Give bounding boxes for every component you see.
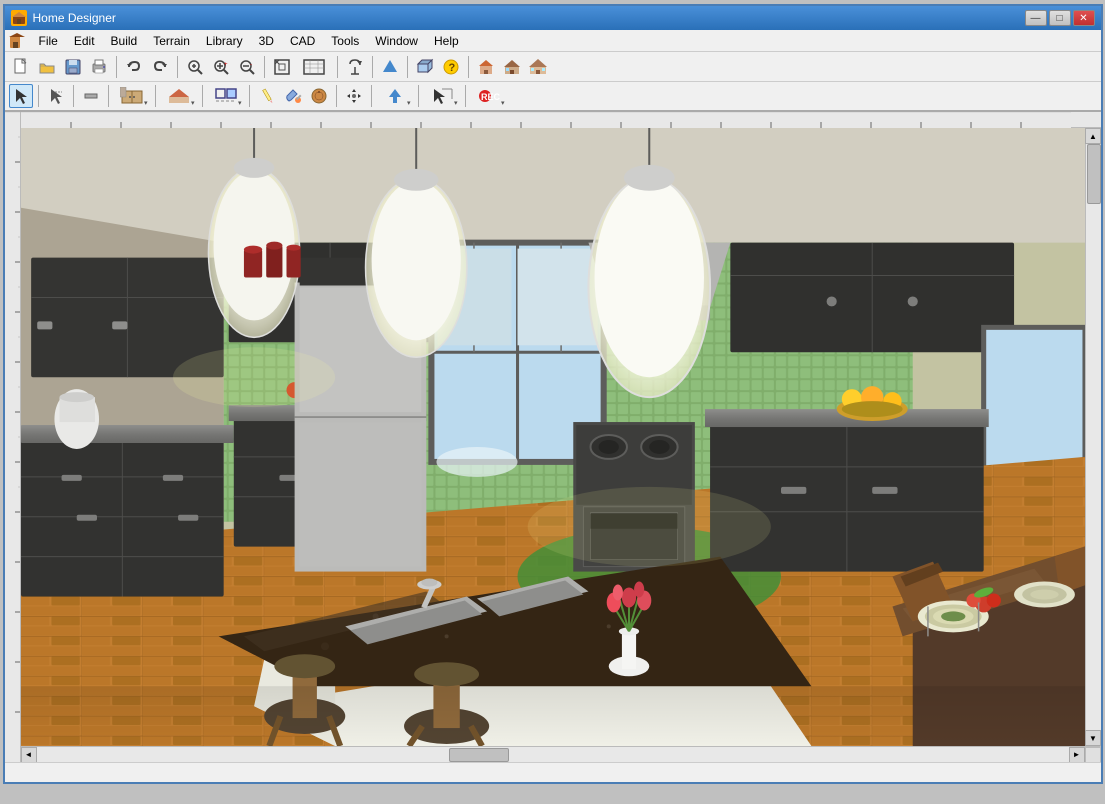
canvas-top: ▲ ▼ (21, 128, 1101, 746)
transform-tool[interactable]: ▾ (424, 84, 460, 108)
undo-button[interactable] (122, 55, 146, 79)
wall-tool[interactable] (79, 84, 103, 108)
app-icon (11, 10, 27, 26)
vertical-scrollbar[interactable]: ▲ ▼ (1085, 128, 1101, 746)
select-tool[interactable] (9, 84, 33, 108)
title-bar-left: Home Designer (11, 10, 116, 26)
scrollbar-corner (1085, 747, 1101, 763)
sep-7 (468, 56, 469, 78)
sep-6 (407, 56, 408, 78)
cabinet-tool[interactable]: ▾ (114, 84, 150, 108)
scroll-up-button[interactable]: ▲ (1085, 128, 1101, 144)
sep-t2-8 (371, 85, 372, 107)
sep-t2-9 (418, 85, 419, 107)
paint-tool[interactable] (281, 84, 305, 108)
menu-cad[interactable]: CAD (282, 32, 323, 50)
pencil-tool[interactable] (255, 84, 279, 108)
3d-view-button[interactable] (413, 55, 437, 79)
menu-terrain[interactable]: Terrain (145, 32, 198, 50)
menu-build[interactable]: Build (103, 32, 146, 50)
sep-5 (372, 56, 373, 78)
menu-file[interactable]: File (31, 32, 66, 50)
menu-bar: File Edit Build Terrain Library 3D CAD T… (5, 30, 1101, 52)
sep-2 (177, 56, 178, 78)
rotate-button[interactable] (343, 55, 367, 79)
scroll-down-button[interactable]: ▼ (1085, 730, 1101, 746)
menu-3d[interactable]: 3D (251, 32, 282, 50)
minimize-button[interactable]: — (1025, 10, 1047, 26)
menu-library[interactable]: Library (198, 32, 251, 50)
sep-1 (116, 56, 117, 78)
print-button[interactable] (87, 55, 111, 79)
fit-view-button[interactable] (270, 55, 294, 79)
main-content: ▲ ▼ ◄ ► (5, 112, 1101, 762)
texture-tool[interactable] (307, 84, 331, 108)
status-text (9, 767, 12, 779)
scroll-right-button[interactable]: ► (1069, 747, 1085, 763)
house1-button[interactable] (474, 55, 498, 79)
canvas-wrapper: ▲ ▼ ◄ ► (21, 112, 1101, 762)
status-bar (5, 762, 1101, 782)
house2-button[interactable] (500, 55, 524, 79)
svg-text:REC: REC (481, 92, 501, 102)
scroll-track-vertical[interactable] (1086, 144, 1101, 730)
open-button[interactable] (35, 55, 59, 79)
viewport-3d[interactable] (21, 128, 1085, 746)
sep-t2-6 (249, 85, 250, 107)
sep-t2-1 (38, 85, 39, 107)
move-tool[interactable] (342, 84, 366, 108)
zoom-in-button[interactable] (183, 55, 207, 79)
record-button[interactable]: REC ▾ (471, 84, 507, 108)
help-button[interactable]: ? (439, 55, 463, 79)
sep-4 (337, 56, 338, 78)
new-button[interactable] (9, 55, 33, 79)
menu-window[interactable]: Window (367, 32, 426, 50)
redo-button[interactable] (148, 55, 172, 79)
zoom-out-button[interactable]: - (235, 55, 259, 79)
main-window: Home Designer — □ ✕ File Edit Build Terr… (3, 4, 1103, 784)
draw-tool[interactable] (44, 84, 68, 108)
kitchen-scene (21, 128, 1085, 746)
snap-tool[interactable]: ▾ (208, 84, 244, 108)
window-title: Home Designer (33, 11, 116, 25)
arrow-up-tool[interactable]: ▾ (377, 84, 413, 108)
horizontal-ruler (21, 112, 1101, 128)
fit-window-button[interactable] (296, 55, 332, 79)
menu-edit[interactable]: Edit (66, 32, 103, 50)
sep-t2-5 (202, 85, 203, 107)
scroll-track-horizontal[interactable] (37, 747, 1069, 762)
app-menu-icon (7, 32, 27, 50)
svg-text:+: + (224, 62, 228, 68)
close-button[interactable]: ✕ (1073, 10, 1095, 26)
svg-text:?: ? (448, 62, 455, 74)
svg-text:-: - (250, 62, 252, 68)
toolbar-main: + - ? (5, 52, 1101, 82)
up-button[interactable] (378, 55, 402, 79)
sep-t2-2 (73, 85, 74, 107)
menu-help[interactable]: Help (426, 32, 467, 50)
save-button[interactable] (61, 55, 85, 79)
sep-t2-4 (155, 85, 156, 107)
vertical-ruler (5, 112, 21, 762)
window-controls: — □ ✕ (1025, 10, 1095, 26)
menu-tools[interactable]: Tools (323, 32, 367, 50)
zoom-in-tool-button[interactable]: + (209, 55, 233, 79)
sep-3 (264, 56, 265, 78)
sep-t2-3 (108, 85, 109, 107)
scroll-thumb-vertical[interactable] (1087, 144, 1101, 204)
sep-t2-7 (336, 85, 337, 107)
sep-t2-10 (465, 85, 466, 107)
scroll-left-button[interactable]: ◄ (21, 747, 37, 763)
scroll-thumb-horizontal[interactable] (449, 748, 509, 762)
title-bar: Home Designer — □ ✕ (5, 6, 1101, 30)
toolbar-secondary: ▾ ▾ ▾ (5, 82, 1101, 112)
horizontal-scrollbar[interactable]: ◄ ► (21, 746, 1101, 762)
roof-tool[interactable]: ▾ (161, 84, 197, 108)
house3-button[interactable] (526, 55, 550, 79)
maximize-button[interactable]: □ (1049, 10, 1071, 26)
